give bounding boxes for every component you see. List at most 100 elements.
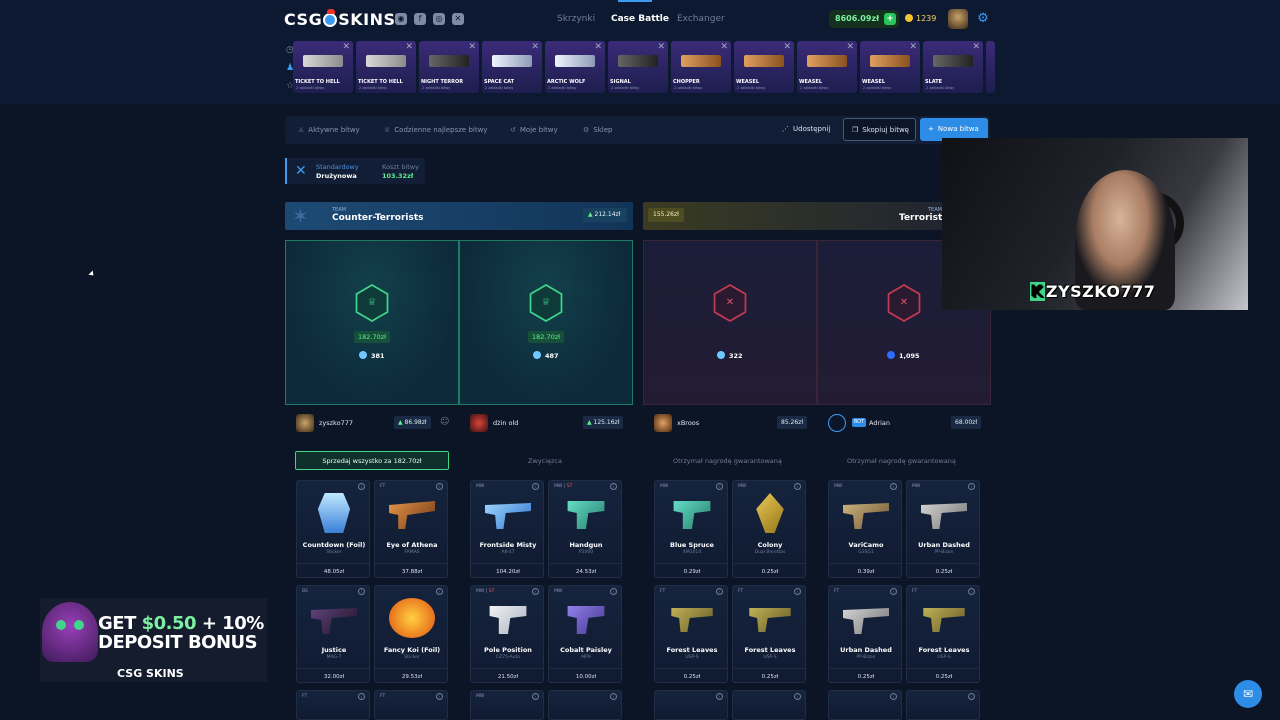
info-icon[interactable]: i [794,693,801,700]
item-card[interactable]: BS i Justice MAG-7 32.00zł [296,585,370,683]
nav-case-battle[interactable]: Case Battle [611,14,669,24]
tab-active-battles[interactable]: ⚔ Aktywne bitwy [298,126,360,134]
info-icon[interactable]: i [968,588,975,595]
info-icon[interactable]: i [436,588,443,595]
info-icon[interactable]: i [890,693,897,700]
item-card[interactable]: i [654,690,728,720]
info-icon[interactable]: i [532,483,539,490]
x-twitter-icon[interactable]: ✕ [452,13,464,25]
coins-pill[interactable]: 1239 [905,10,945,28]
item-card[interactable]: i Fancy Koi (Foil) Sticker 29.53zł [374,585,448,683]
logo[interactable]: CSG SKINS [284,9,396,29]
drop-card[interactable]: ✕ WEASEL 2 zakładki bitwy [860,41,920,93]
info-icon[interactable]: i [794,588,801,595]
item-card[interactable]: i [828,690,902,720]
drop-card[interactable]: ✕ WEASEL 2 zakładki bitwy [734,41,794,93]
balance-pill[interactable]: 8606.09zł + [829,10,899,28]
tab-my-battles[interactable]: ↺ Moje bitwy [510,126,558,134]
info-icon[interactable]: i [532,693,539,700]
close-icon[interactable]: ✕ [342,42,350,52]
deposit-plus-icon[interactable]: + [884,13,896,25]
sell-all-button[interactable]: Sprzedaj wszystko za 182.70zł [295,451,449,470]
close-icon[interactable]: ✕ [909,42,917,52]
settings-gear-icon[interactable]: ⚙ [975,11,991,27]
item-card[interactable]: i Countdown (Foil) Sticker 48.05zł [296,480,370,578]
tab-daily-best[interactable]: ♕ Codzienne najlepsze bitwy [384,126,487,134]
item-card[interactable]: FT i [296,690,370,720]
player-name-1[interactable]: zyszko777 [319,419,353,427]
info-icon[interactable]: i [358,588,365,595]
info-icon[interactable]: i [716,588,723,595]
drop-card[interactable]: ✕ CHOPPER 2 zakładki bitwy [671,41,731,93]
player-name-3[interactable]: xBroos [677,419,699,427]
drop-card[interactable]: ✕ SIGNAL 2 zakładki bitwy [608,41,668,93]
drop-card[interactable]: ✕ SLATE 2 zakładki bitwy [923,41,983,93]
close-icon[interactable]: ✕ [846,42,854,52]
close-icon[interactable]: ✕ [405,42,413,52]
facebook-icon[interactable]: f [414,13,426,25]
info-icon[interactable]: i [716,483,723,490]
item-card[interactable]: MW | ST i Pole Position CZ75-Auto 21.50zł [470,585,544,683]
user-avatar[interactable] [948,9,968,29]
info-icon[interactable]: i [610,693,617,700]
item-card[interactable]: FT i Urban Dashed PP-Bizon 0.25zł [828,585,902,683]
item-card[interactable]: MW | ST i Handgun P2000 24.53zł [548,480,622,578]
smile-icon[interactable]: ☺ [440,417,449,427]
drop-card[interactable]: ✕ ARCTIC WOLF 2 zakładki bitwy [545,41,605,93]
item-card[interactable]: MW i Blue Spruce XM1014 0.29zł [654,480,728,578]
item-card[interactable]: MW i [470,690,544,720]
item-type: USP-S [763,655,777,660]
share-button[interactable]: ⋰ Udostępnij [782,125,830,133]
item-card[interactable]: i [548,690,622,720]
close-icon[interactable]: ✕ [720,42,728,52]
item-card[interactable]: FT i Forest Leaves USP-S 0.25zł [732,585,806,683]
discord-icon[interactable]: ◉ [395,13,407,25]
instagram-icon[interactable]: ◎ [433,13,445,25]
avatar[interactable] [470,414,488,432]
close-icon[interactable]: ✕ [468,42,476,52]
nav-exchanger[interactable]: Exchanger [677,14,725,24]
avatar[interactable] [654,414,672,432]
close-icon[interactable]: ✕ [657,42,665,52]
item-card[interactable]: FT i Forest Leaves USP-S 0.25zł [906,585,980,683]
info-icon[interactable]: i [436,693,443,700]
player-name-2[interactable]: dżin old [493,419,518,427]
info-icon[interactable]: i [436,483,443,490]
info-icon[interactable]: i [890,483,897,490]
info-icon[interactable]: i [716,693,723,700]
drop-card[interactable]: ✕ SPACE CAT 2 zakładki bitwy [482,41,542,93]
item-card[interactable]: i [732,690,806,720]
copy-battle-button[interactable]: ❐ Skopiuj bitwę [843,118,916,141]
avatar[interactable] [296,414,314,432]
tab-shop[interactable]: ⚙ Sklep [583,126,612,134]
drop-card-partial[interactable] [986,41,995,93]
drop-card[interactable]: ✕ NIGHT TERROR 2 zakładki bitwy [419,41,479,93]
item-card[interactable]: FT i [374,690,448,720]
info-icon[interactable]: i [794,483,801,490]
info-icon[interactable]: i [610,483,617,490]
info-icon[interactable]: i [358,693,365,700]
close-icon[interactable]: ✕ [783,42,791,52]
chat-bubble-icon[interactable]: ✉ [1234,680,1262,708]
item-card[interactable]: MW i VariCamo G3SG1 0.39zł [828,480,902,578]
info-icon[interactable]: i [890,588,897,595]
close-icon[interactable]: ✕ [594,42,602,52]
item-card[interactable]: FT i Eye of Athena FAMAS 37.88zł [374,480,448,578]
info-icon[interactable]: i [532,588,539,595]
item-card[interactable]: i [906,690,980,720]
close-icon[interactable]: ✕ [972,42,980,52]
drop-card[interactable]: ✕ TICKET TO HELL 2 zakładki bitwy [293,41,353,93]
info-icon[interactable]: i [968,483,975,490]
info-icon[interactable]: i [358,483,365,490]
item-card[interactable]: MW i Colony Dual Berettas 0.25zł [732,480,806,578]
info-icon[interactable]: i [968,693,975,700]
item-card[interactable]: MW i Urban Dashed PP-Bizon 0.25zł [906,480,980,578]
nav-cases[interactable]: Skrzynki [557,14,595,24]
item-card[interactable]: MW i Frontside Misty AK-47 104.20zł [470,480,544,578]
item-card[interactable]: FT i Forest Leaves USP-S 0.25zł [654,585,728,683]
item-card[interactable]: MW i Cobalt Paisley MP9 10.00zł [548,585,622,683]
drop-card[interactable]: ✕ TICKET TO HELL 2 zakładki bitwy [356,41,416,93]
drop-card[interactable]: ✕ WEASEL 2 zakładki bitwy [797,41,857,93]
close-icon[interactable]: ✕ [531,42,539,52]
info-icon[interactable]: i [610,588,617,595]
